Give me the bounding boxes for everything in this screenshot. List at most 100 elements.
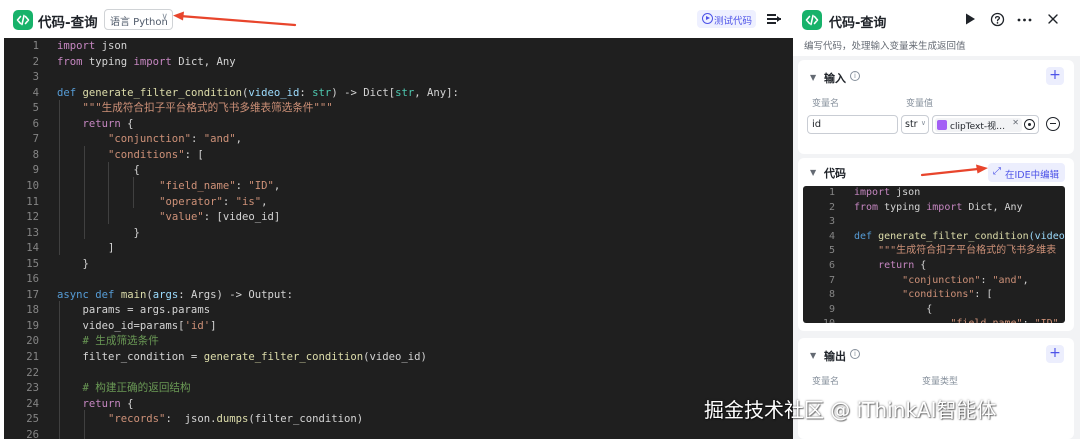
line-text: def generate_filter_condition(video [854,230,1065,245]
line-text: # 生成筛选条件 [57,334,159,350]
code-token: "and" [992,274,1023,286]
code-token: Dict, Any [171,55,236,68]
code-token: """生成符合扣子平台格式的飞书多维表筛选条件""" [57,102,333,115]
line-text: from typing import Dict, Any [854,201,1023,216]
code-token: "and" [203,133,236,146]
code-token: 'id' [184,319,211,332]
line-number: 19 [26,319,39,332]
variable-name-input[interactable]: id [807,115,898,134]
code-token: import [57,40,96,52]
code-token: typing [82,55,134,68]
language-select[interactable]: 语言 Python ∨ [104,9,173,30]
code-token: ) -> Dict[ [331,86,396,99]
remove-input-icon[interactable] [1046,117,1060,131]
line-text: "conjunction": "and", [854,274,1028,289]
code-token: Dict, Any [962,201,1023,213]
line-text: return { [57,117,134,133]
code-line: 7 "conjunction": "and", [803,274,1065,289]
code-token: ] [210,319,217,332]
code-token: : [190,133,204,146]
code-line: 12 "value": [video_id] [4,210,793,226]
outline-menu-icon[interactable] [767,13,781,25]
code-token: : [ [184,148,204,161]
code-line: 23 # 构建正确的返回结构 [4,381,793,397]
code-line: 21 filter_condition = generate_filter_co… [4,350,793,366]
line-number: 4 [828,230,835,242]
code-line: 6 return { [803,259,1065,274]
line-text: ] [57,241,114,257]
line-number: 10 [26,179,39,192]
code-line: 8 "conditions": [ [4,148,793,164]
code-token: { [57,164,140,177]
code-token: video_id=params[ [57,319,185,332]
code-line: 15 } [4,257,793,273]
code-token: import [133,55,172,68]
code-line: 5 """生成符合扣子平台格式的飞书多维表筛选条件""" [4,101,793,117]
code-line: 5 """生成符合扣子平台格式的飞书多维表 [803,244,1065,259]
line-number: 23 [26,382,39,395]
code-preview[interactable]: 1 import json 2 from typing import Dict, An… [803,186,1065,323]
line-number: 17 [26,288,39,301]
code-line: 6 return { [4,117,793,133]
edit-in-ide-button[interactable]: ⤢ 在IDE中编辑 [988,163,1065,182]
variable-type-select[interactable]: str ∨ [901,115,929,134]
code-token: return [82,117,121,130]
code-line: 9 { [803,303,1065,318]
code-token: , [235,133,242,146]
line-number: 9 [828,303,835,315]
code-token: import [926,201,963,213]
line-text: return { [854,259,926,274]
test-code-button[interactable]: 测试代码 [697,10,756,28]
line-text: "field_name": "ID" [854,317,1058,323]
code-line: 22 [4,366,793,382]
code-token: : [ [974,289,993,301]
play-circle-icon [702,13,713,24]
variable-value-selector[interactable]: clipText-视… ✕ [932,115,1039,134]
line-text: "conditions": [ [854,288,992,303]
code-token: return [82,397,121,410]
code-node-icon [13,10,33,30]
code-token: def [95,288,115,301]
code-token: } [57,226,140,239]
code-token: "conjunction" [902,274,981,286]
line-text: from typing import Dict, Any [57,55,236,71]
code-line: 18 params = args.params [4,303,793,319]
code-token: ] [57,242,115,255]
code-editor[interactable]: 1 import json 2 from typing import Dict, An… [4,38,793,439]
line-number: 11 [26,195,39,208]
line-number: 13 [26,226,39,239]
code-token: "conjunction" [108,133,191,146]
code-token: , [261,195,268,208]
chevron-down-icon: ∨ [161,12,168,22]
code-line: 10 "field_name": "ID", [4,179,793,195]
remove-reference-icon[interactable]: ✕ [1012,118,1019,127]
line-number: 10 [803,317,835,323]
line-text: async def main(args: Args) -> Output: [57,288,293,304]
code-token: generate_filter_condition [82,86,242,99]
variable-settings-icon[interactable] [1024,119,1035,130]
code-token: (video [1028,230,1065,242]
code-line: 1 import json [4,39,793,55]
code-line: 13 } [4,226,793,242]
code-token: "value" [159,211,204,224]
line-number: 3 [32,71,39,84]
code-line: 7 "conjunction": "and", [4,132,793,148]
variable-reference-tag[interactable]: clipText-视… ✕ [935,118,1022,132]
code-token: generate_filter_condition [203,351,364,363]
code-token: : json. [165,413,217,426]
line-number: 14 [26,242,39,255]
ide-header: 代码-查询 语言 Python ∨ 测试代码 [0,0,793,38]
code-token: { [120,397,134,410]
code-line: 26 [4,428,793,439]
code-token: (video_id) [363,351,427,363]
code-token: "is" [235,195,262,208]
code-token: return [878,260,915,271]
workflow-code-node-screen: 代码-查询 语言 Python ∨ 测试代码 1 import json 2 f… [0,0,1080,439]
variable-reference-label: clipText-视… [950,122,1006,132]
expand-icon: ⤢ [993,166,1001,177]
